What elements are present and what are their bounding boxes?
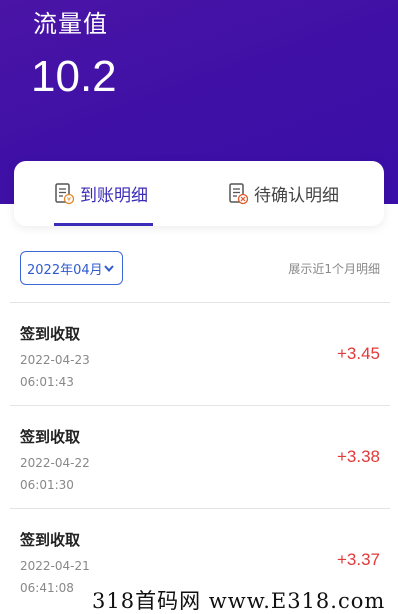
record-time: 06:01:43 <box>20 375 74 389</box>
record-title: 签到收取 <box>20 325 81 343</box>
record-list: 签到收取 2022-04-23 06:01:43 +3.45 签到收取 2022… <box>10 302 390 611</box>
pending-receipt-icon <box>228 182 249 205</box>
flow-value-amount: 10.2 <box>31 52 117 101</box>
record-date: 2022-04-22 <box>20 456 90 470</box>
receipt-icon: ¥ <box>54 182 75 205</box>
record-date: 2022-04-21 <box>20 559 90 573</box>
record-title: 签到收取 <box>20 531 81 549</box>
list-item: 签到收取 2022-04-23 06:01:43 +3.45 <box>10 302 390 405</box>
month-select[interactable]: 2022年04月 <box>20 251 123 285</box>
record-datetime: 2022-04-21 06:41:08 <box>20 555 90 599</box>
tab-arrived-label: 到账明细 <box>80 186 148 206</box>
range-note: 展示近1个月明细 <box>288 262 380 276</box>
record-amount: +3.45 <box>336 344 380 363</box>
record-amount: +3.38 <box>336 447 380 466</box>
month-select-value: 2022年04月 <box>27 262 103 278</box>
list-item: 签到收取 2022-04-22 06:01:30 +3.38 <box>10 405 390 508</box>
tab-pending-details[interactable]: 待确认明细 <box>228 161 339 226</box>
record-time: 06:01:30 <box>20 478 74 492</box>
active-tab-indicator <box>54 223 153 226</box>
record-datetime: 2022-04-22 06:01:30 <box>20 452 90 496</box>
flow-value-label: 流量值 <box>33 10 108 38</box>
svg-text:¥: ¥ <box>67 195 71 203</box>
record-time: 06:41:08 <box>20 581 74 595</box>
record-title: 签到收取 <box>20 428 81 446</box>
tab-bar: ¥ 到账明细 待确认明细 <box>14 161 384 226</box>
watermark: 318首码网 www.E318.com <box>92 585 386 614</box>
tab-pending-label: 待确认明细 <box>254 186 339 206</box>
chevron-down-icon <box>102 261 116 275</box>
record-amount: +3.37 <box>336 550 380 569</box>
tab-arrived-details[interactable]: ¥ 到账明细 <box>54 161 148 226</box>
record-date: 2022-04-23 <box>20 353 90 367</box>
record-datetime: 2022-04-23 06:01:43 <box>20 349 90 393</box>
